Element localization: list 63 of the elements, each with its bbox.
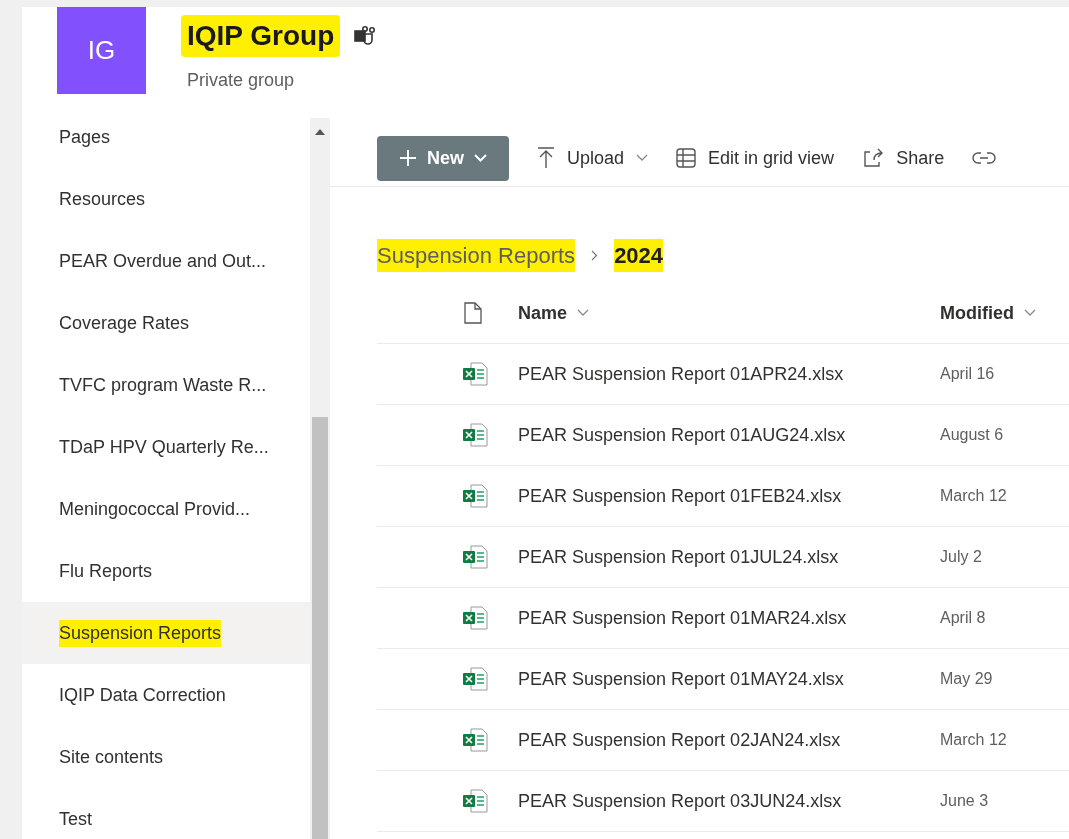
teams-icon [354,26,377,46]
breadcrumb-link[interactable]: Suspension Reports [377,238,576,272]
nav-item[interactable]: Pages [22,118,310,168]
modified-date: March 12 [940,486,1007,506]
chevron-right-icon [591,249,599,261]
file-name[interactable]: PEAR Suspension Report 01AUG24.xlsx [518,421,940,449]
nav-item[interactable]: Suspension Reports [22,602,310,664]
chevron-down-icon [577,309,590,317]
excel-file-icon [462,362,488,386]
modified-date: April 16 [940,364,995,384]
file-name[interactable]: PEAR Suspension Report 01MAR24.xlsx [518,604,940,632]
plus-icon [399,149,417,167]
chevron-down-icon [1024,309,1036,317]
nav-item[interactable]: PEAR Overdue and Out... [22,230,310,292]
scrollbar-thumb[interactable] [312,417,328,839]
file-name[interactable]: PEAR Suspension Report 01APR24.xlsx [518,360,940,388]
excel-file-icon [462,728,488,752]
upload-button[interactable]: Upload [537,144,649,172]
nav-item[interactable]: IQIP Data Correction [22,664,310,726]
column-header[interactable]: Name [518,299,940,327]
nav-item[interactable]: TDaP HPV Quarterly Re... [22,416,310,478]
excel-file-icon [462,789,488,813]
site-subtitle: Private group [187,69,296,92]
modified-date: April 8 [940,608,986,628]
scrollbar[interactable] [310,118,330,839]
column-header[interactable]: Modified [940,299,1036,327]
breadcrumb-current: 2024 [614,238,664,272]
nav-item[interactable]: TVFC program Waste R... [22,354,310,416]
site-logo: IG [57,7,146,94]
share-button[interactable]: Share [862,144,945,172]
modified-date: August 6 [940,425,1004,445]
grid-icon [676,148,697,168]
excel-file-icon [462,667,488,691]
file-type-icon[interactable] [464,302,482,324]
new-button[interactable]: New [377,135,509,181]
file-name[interactable]: PEAR Suspension Report 02JAN24.xlsx [518,726,940,754]
scroll-up-icon[interactable] [315,129,325,135]
chevron-down-icon [636,154,649,162]
site-title: IQIP Group [181,15,341,57]
upload-icon [537,147,555,169]
chevron-down-icon [474,154,487,162]
modified-date: July 2 [940,547,982,567]
grid-button[interactable]: Edit in grid view [676,144,835,172]
modified-date: March 12 [940,730,1007,750]
link-icon [972,151,997,165]
nav-item[interactable]: Site contents [22,726,310,788]
link-button[interactable] [972,151,997,165]
share-icon [862,148,885,168]
nav-item[interactable]: Test [22,788,310,839]
excel-file-icon [462,484,488,508]
nav-item[interactable]: Resources [22,168,310,230]
file-name[interactable]: PEAR Suspension Report 01MAY24.xlsx [518,665,940,693]
modified-date: June 3 [940,791,989,811]
file-name[interactable]: PEAR Suspension Report 03JUN24.xlsx [518,787,940,815]
nav-item[interactable]: Meningococcal Provid... [22,478,310,540]
nav-item[interactable]: Coverage Rates [22,292,310,354]
nav-item[interactable]: Flu Reports [22,540,310,602]
modified-date: May 29 [940,669,993,689]
excel-file-icon [462,423,488,447]
excel-file-icon [462,545,488,569]
excel-file-icon [462,606,488,630]
file-name[interactable]: PEAR Suspension Report 01FEB24.xlsx [518,482,940,510]
file-name[interactable]: PEAR Suspension Report 01JUL24.xlsx [518,543,940,571]
